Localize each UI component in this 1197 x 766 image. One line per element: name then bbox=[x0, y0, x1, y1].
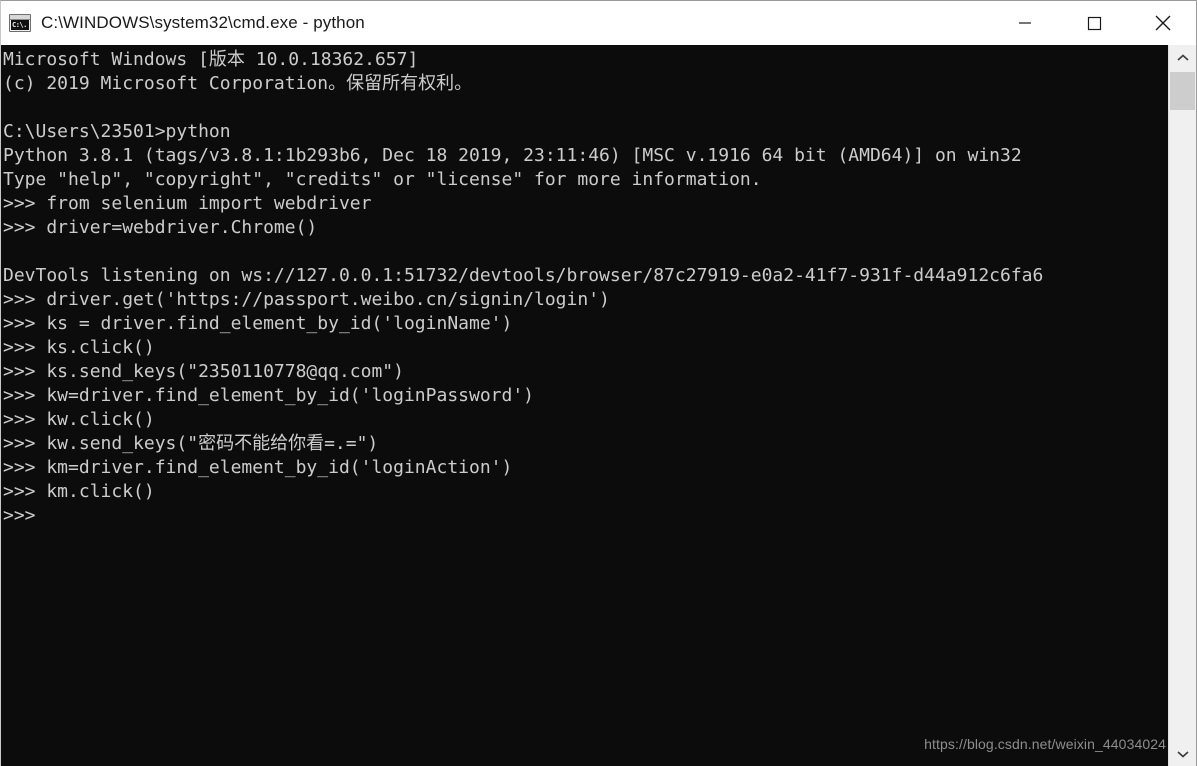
console-line: >>> kw.click() bbox=[3, 409, 155, 430]
console-line: >>> km=driver.find_element_by_id('loginA… bbox=[3, 457, 513, 478]
cmd-window: C:\. C:\WINDOWS\system32\cmd.exe - pytho… bbox=[0, 0, 1197, 766]
cmd-console-icon: C:\. bbox=[9, 14, 31, 32]
console-line: >>> ks.click() bbox=[3, 337, 155, 358]
console-line: >>> from selenium import webdriver bbox=[3, 193, 372, 214]
console-line: >>> kw.send_keys("密码不能给你看=.=") bbox=[3, 433, 379, 454]
console-line: >>> km.click() bbox=[3, 481, 155, 502]
chevron-up-icon bbox=[1176, 54, 1189, 61]
console-line: >>> bbox=[3, 505, 36, 526]
console-line: >>> ks.send_keys("2350110778@qq.com") bbox=[3, 361, 404, 382]
watermark-url: https://blog.csdn.net/weixin_44034024 bbox=[924, 736, 1166, 752]
console-line: Python 3.8.1 (tags/v3.8.1:1b293b6, Dec 1… bbox=[3, 145, 1022, 166]
console-line: >>> driver.get('https://passport.weibo.c… bbox=[3, 289, 610, 310]
console-line: DevTools listening on ws://127.0.0.1:517… bbox=[3, 265, 1044, 286]
scrollbar-track[interactable] bbox=[1169, 71, 1196, 741]
minimize-icon bbox=[1018, 22, 1031, 24]
console-line: (c) 2019 Microsoft Corporation。保留所有权利。 bbox=[3, 73, 473, 94]
scroll-up-arrow[interactable] bbox=[1169, 45, 1196, 71]
chevron-down-icon bbox=[1176, 751, 1189, 758]
console-line: >>> driver=webdriver.Chrome() bbox=[3, 217, 318, 238]
console-line: C:\Users\23501>python bbox=[3, 121, 231, 142]
scroll-down-arrow[interactable] bbox=[1169, 741, 1196, 766]
vertical-scrollbar[interactable] bbox=[1168, 45, 1196, 766]
console-line: Microsoft Windows [版本 10.0.18362.657] bbox=[3, 49, 419, 70]
console-text-block: Microsoft Windows [版本 10.0.18362.657] (c… bbox=[1, 45, 1169, 528]
minimize-button[interactable] bbox=[990, 1, 1059, 45]
console-output-area[interactable]: Microsoft Windows [版本 10.0.18362.657] (c… bbox=[1, 45, 1169, 766]
console-line: Type "help", "copyright", "credits" or "… bbox=[3, 169, 762, 190]
window-controls bbox=[990, 1, 1196, 45]
close-icon bbox=[1155, 15, 1170, 31]
console-line: >>> kw=driver.find_element_by_id('loginP… bbox=[3, 385, 535, 406]
console-icon-glyph: C:\. bbox=[11, 20, 29, 30]
maximize-button[interactable] bbox=[1059, 1, 1128, 45]
window-title: C:\WINDOWS\system32\cmd.exe - python bbox=[41, 13, 365, 32]
close-button[interactable] bbox=[1128, 1, 1196, 45]
scrollbar-thumb[interactable] bbox=[1170, 72, 1195, 110]
console-line: >>> ks = driver.find_element_by_id('logi… bbox=[3, 313, 513, 334]
maximize-icon bbox=[1087, 16, 1101, 31]
title-bar[interactable]: C:\. C:\WINDOWS\system32\cmd.exe - pytho… bbox=[1, 1, 1196, 45]
